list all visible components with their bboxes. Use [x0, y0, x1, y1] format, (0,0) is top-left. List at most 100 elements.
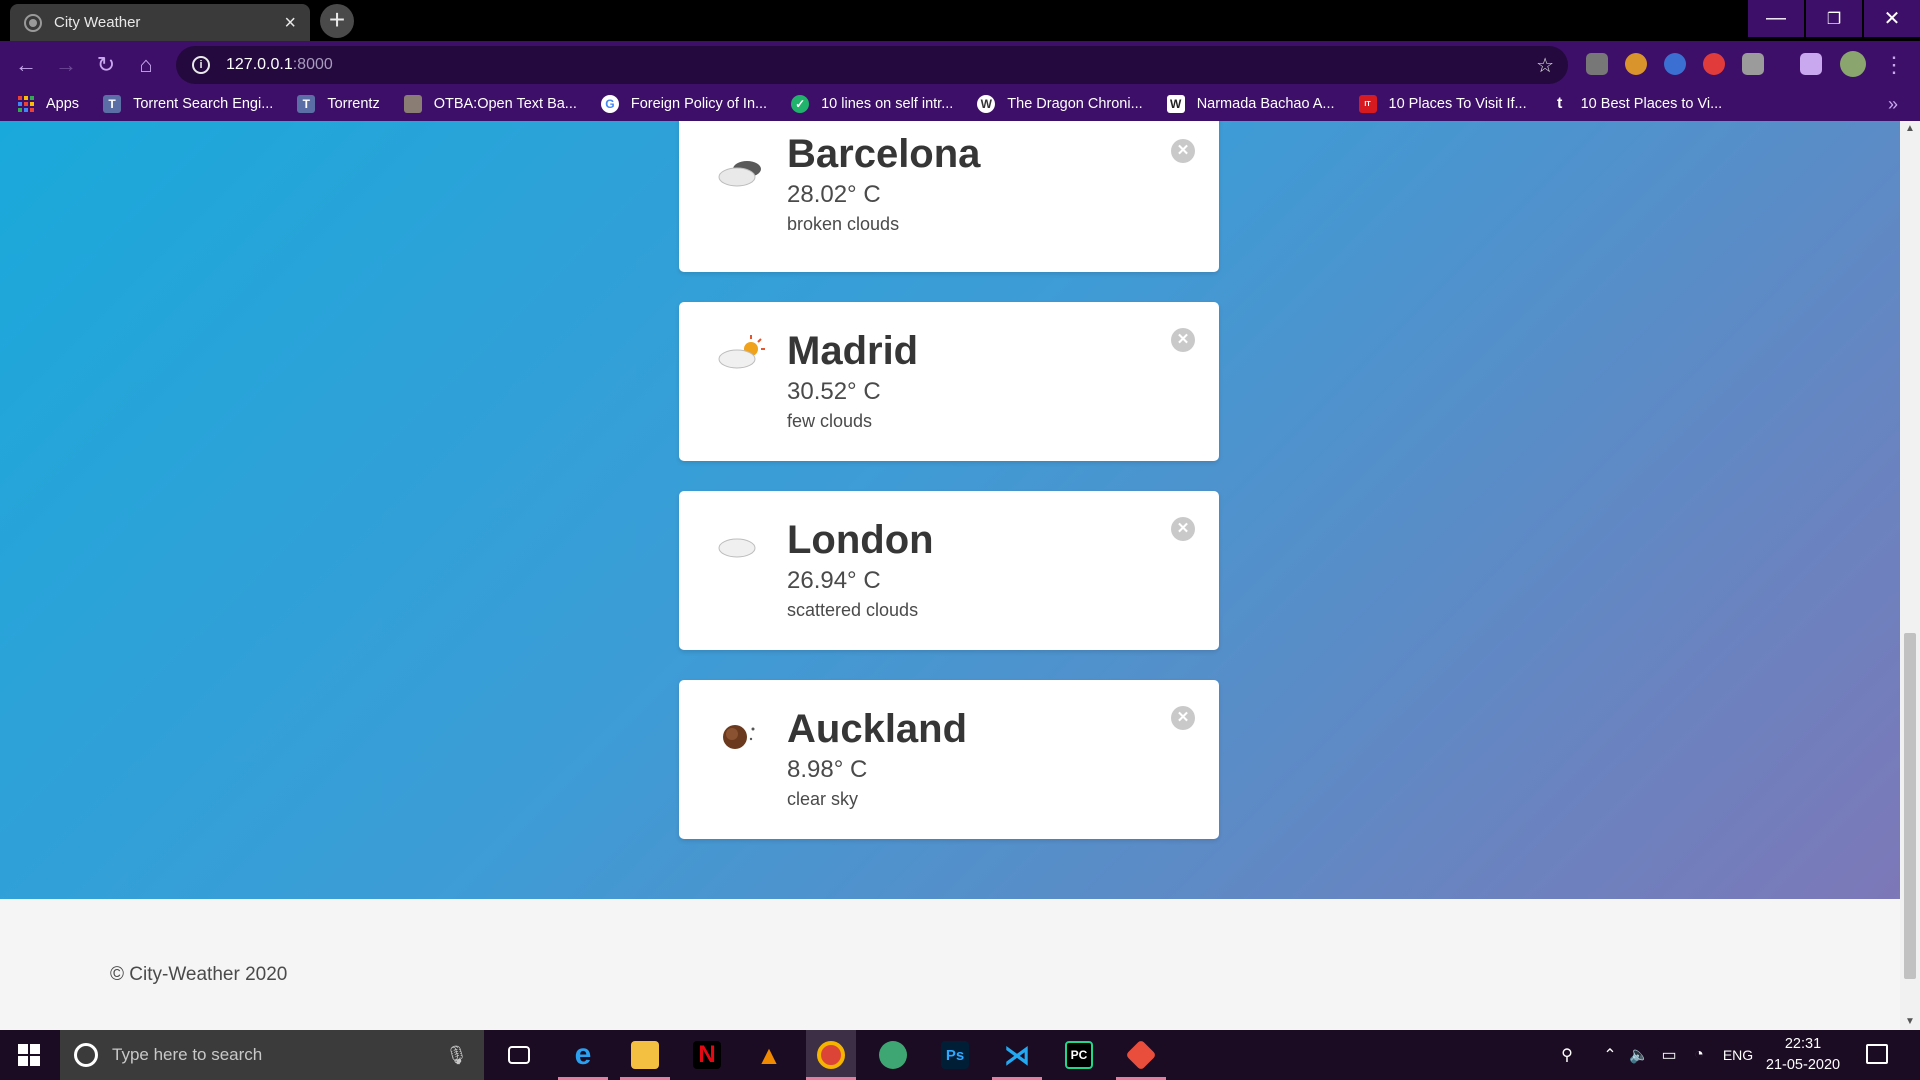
bookmark-narmada[interactable]: W Narmada Bachao A...: [1166, 95, 1335, 113]
restore-button[interactable]: ❐: [1806, 0, 1862, 37]
search-placeholder: Type here to search: [112, 1045, 263, 1064]
forward-arrow-icon[interactable]: →: [50, 49, 82, 81]
tumblr-icon: t: [1556, 95, 1563, 112]
taskbar-edge[interactable]: e: [558, 1030, 608, 1080]
task-view-button[interactable]: [494, 1030, 544, 1080]
address-bar[interactable]: i 127.0.0.1 :8000 ☆: [176, 46, 1568, 84]
taskbar-pycharm[interactable]: PC: [1054, 1030, 1104, 1080]
url-host: 127.0.0.1: [226, 56, 293, 73]
netflix-icon: N: [693, 1041, 721, 1069]
bookmarks-bar: Apps T Torrent Search Engi... T Torrentz…: [0, 87, 1920, 121]
extension-cookie-icon[interactable]: [1625, 53, 1647, 75]
taskbar-netflix[interactable]: N: [682, 1030, 732, 1080]
notifications-icon[interactable]: [1866, 1044, 1888, 1064]
extension-chart-icon[interactable]: [1742, 53, 1764, 75]
taskbar-chrome[interactable]: [806, 1030, 856, 1080]
city-name: London: [787, 518, 934, 562]
tab-city-weather[interactable]: City Weather ×: [10, 4, 310, 41]
tray-chevron-up-icon[interactable]: ⌃: [1598, 1030, 1622, 1080]
browser-window: City Weather × + — ❐ ✕ ← → ↻ ⌂ i 127.0.0…: [0, 0, 1920, 1080]
scroll-down-arrow-icon[interactable]: ▼: [1900, 1014, 1920, 1030]
volume-icon[interactable]: 🔈: [1626, 1030, 1652, 1080]
bookmark-10-lines[interactable]: ✓ 10 lines on self intr...: [791, 95, 953, 113]
globe-icon: [24, 13, 42, 32]
microphone-icon[interactable]: 🎙: [445, 1045, 468, 1066]
people-icon[interactable]: ⚲: [1552, 1030, 1582, 1080]
extension-keyboard-icon[interactable]: [1586, 53, 1608, 75]
extension-globe-icon[interactable]: [1664, 53, 1686, 75]
delete-city-button[interactable]: ✕: [1171, 328, 1195, 352]
minimize-button[interactable]: —: [1748, 0, 1804, 37]
bookmark-dragon-chronicles[interactable]: W The Dragon Chroni...: [977, 95, 1143, 113]
delete-city-button[interactable]: ✕: [1171, 706, 1195, 730]
wifi-icon[interactable]: ◔: [1686, 1030, 1712, 1080]
weather-description: few clouds: [787, 411, 873, 431]
bookmark-label: 10 Places To Visit If...: [1388, 96, 1527, 112]
url-port: :8000: [292, 56, 333, 73]
taskbar-photoshop[interactable]: Ps: [930, 1030, 980, 1080]
taskbar-search-box[interactable]: Type here to search 🎙: [60, 1030, 484, 1080]
bookmarks-overflow-icon[interactable]: »: [1888, 94, 1898, 115]
weather-description: broken clouds: [787, 214, 900, 234]
city-name: Madrid: [787, 329, 919, 373]
bookmark-10-places[interactable]: IT 10 Places To Visit If...: [1358, 95, 1527, 113]
apps-grid-icon: [18, 96, 34, 112]
reload-icon[interactable]: ↻: [90, 49, 122, 81]
city-name: Barcelona: [787, 132, 981, 176]
taskbar-vscode[interactable]: ⋊: [992, 1030, 1042, 1080]
taskbar-file-explorer[interactable]: [620, 1030, 670, 1080]
bookmark-label: Apps: [46, 96, 80, 112]
taskbar-git-kraken[interactable]: [1116, 1030, 1166, 1080]
wordpress-icon: W: [977, 95, 996, 113]
site-info-icon[interactable]: i: [192, 56, 210, 74]
photo-icon: [403, 95, 422, 113]
taskbar-clock[interactable]: 22:31 21-05-2020: [1760, 1034, 1846, 1076]
tab-close-icon[interactable]: ×: [284, 13, 296, 33]
title-bar: City Weather × + — ❐ ✕: [0, 0, 1920, 41]
scroll-up-arrow-icon[interactable]: ▲: [1900, 121, 1920, 137]
weather-card: Auckland 8.98° C clear sky ✕: [679, 680, 1219, 839]
taskbar-atom[interactable]: [868, 1030, 918, 1080]
extension-adblock-icon[interactable]: [1703, 53, 1725, 75]
chrome-icon: [817, 1041, 845, 1069]
bookmark-otba[interactable]: OTBA:Open Text Ba...: [403, 95, 577, 113]
bookmark-label: OTBA:Open Text Ba...: [433, 96, 577, 112]
start-button[interactable]: [0, 1030, 58, 1080]
weather-description: scattered clouds: [787, 600, 919, 620]
torrent-t-icon: T: [297, 95, 316, 113]
windows-logo-icon: [18, 1044, 40, 1066]
new-tab-button[interactable]: +: [320, 4, 354, 38]
back-arrow-icon[interactable]: ←: [10, 49, 42, 81]
bookmark-label: Narmada Bachao A...: [1196, 96, 1335, 112]
browser-toolbar: ← → ↻ ⌂ i 127.0.0.1 :8000 ☆ ⋮: [0, 41, 1920, 87]
indiatimes-icon: IT: [1358, 95, 1377, 113]
bookmark-star-icon[interactable]: ☆: [1536, 53, 1554, 78]
temperature: 26.94° C: [787, 567, 881, 594]
folder-icon: [631, 1041, 659, 1069]
torrent-t-icon: T: [103, 95, 122, 113]
menu-kebab-icon[interactable]: ⋮: [1880, 49, 1908, 81]
taskbar-vlc[interactable]: ▲: [744, 1030, 794, 1080]
profile-avatar[interactable]: [1840, 51, 1866, 77]
scrollbar-thumb[interactable]: [1904, 633, 1916, 979]
weather-hero-section: Barcelona 28.02° C broken clouds ✕ Madri…: [0, 121, 1900, 899]
city-name: Auckland: [787, 707, 968, 751]
language-indicator[interactable]: ENG: [1718, 1030, 1758, 1080]
bookmark-torrent-search[interactable]: T Torrent Search Engi...: [103, 95, 273, 113]
page-scrollbar[interactable]: ▲ ▼: [1900, 121, 1920, 1030]
footer-copyright: © City-Weather 2020: [110, 964, 288, 985]
bookmark-foreign-policy[interactable]: G Foreign Policy of In...: [600, 95, 768, 113]
windows-taskbar: Type here to search 🎙 e N ▲ Ps ⋊ PC ⚲ ⌃ …: [0, 1030, 1920, 1080]
battery-icon[interactable]: ▭: [1656, 1030, 1682, 1080]
temperature: 8.98° C: [787, 756, 868, 783]
media-playlist-icon[interactable]: [1800, 53, 1822, 75]
photoshop-icon: Ps: [941, 1041, 969, 1069]
delete-city-button[interactable]: ✕: [1171, 139, 1195, 163]
bookmark-label: Foreign Policy of In...: [630, 96, 768, 112]
bookmark-10-best-places[interactable]: t 10 Best Places to Vi...: [1551, 95, 1722, 113]
bookmark-apps[interactable]: Apps: [18, 96, 79, 112]
home-icon[interactable]: ⌂: [130, 49, 162, 81]
delete-city-button[interactable]: ✕: [1171, 517, 1195, 541]
close-window-button[interactable]: ✕: [1864, 0, 1920, 37]
bookmark-torrentz[interactable]: T Torrentz: [297, 95, 380, 113]
